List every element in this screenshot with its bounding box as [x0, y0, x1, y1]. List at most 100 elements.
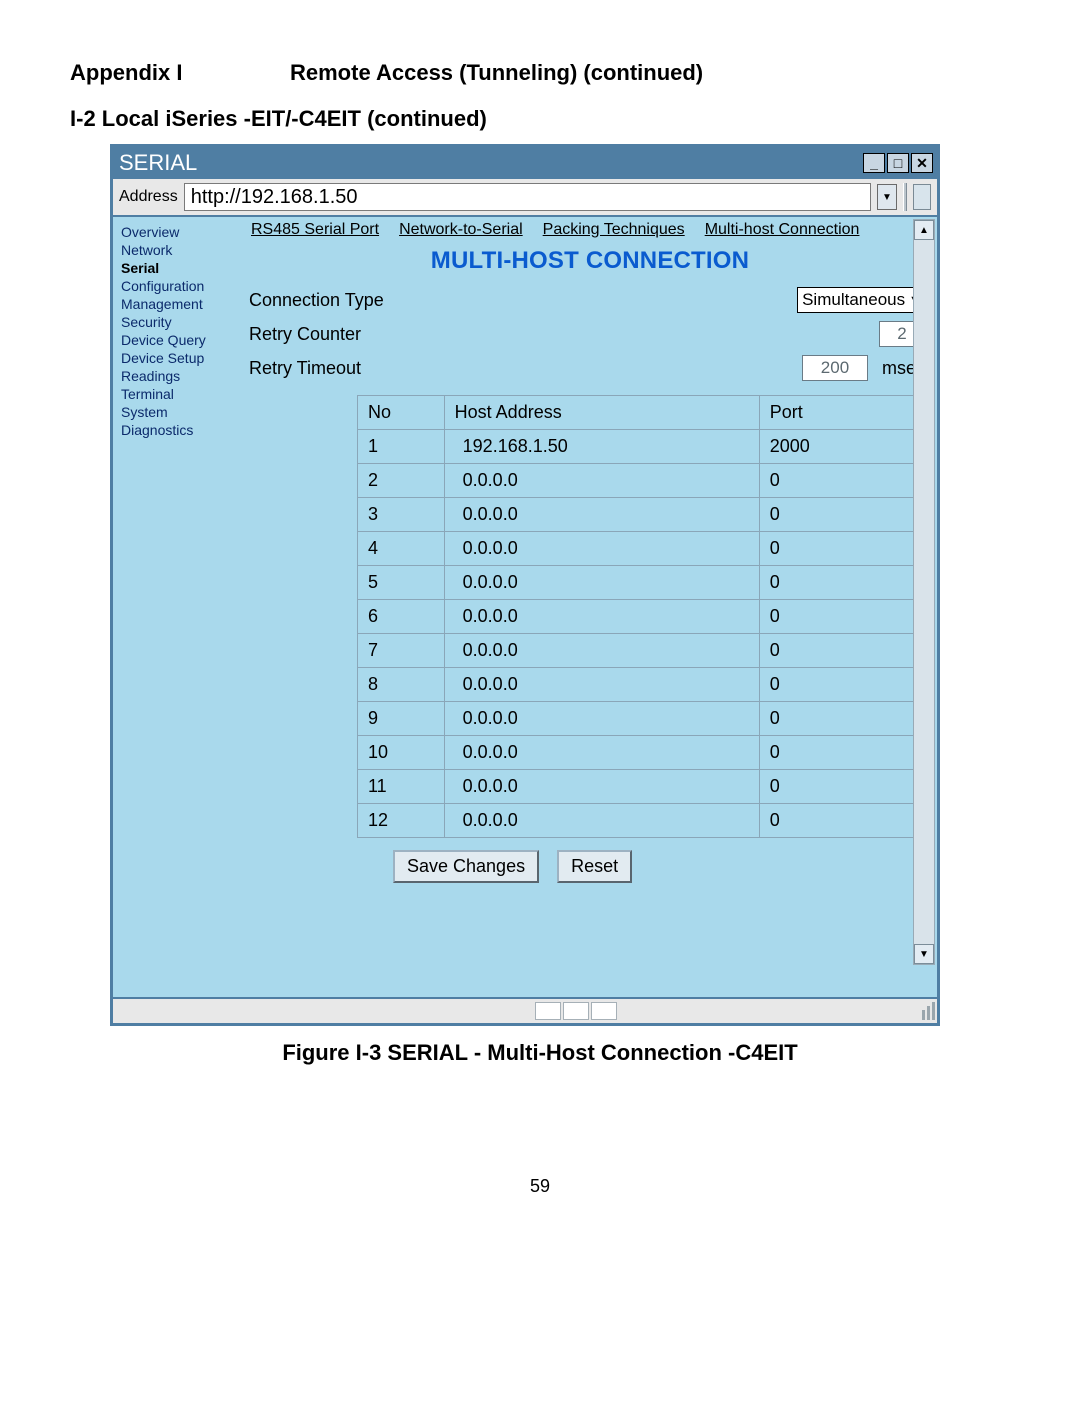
cell-port[interactable]: 0 [759, 702, 932, 736]
retry-counter-label: Retry Counter [249, 324, 449, 345]
appendix-header: Appendix I Remote Access (Tunneling) (co… [70, 60, 1010, 86]
table-row: 90.0.0.00 [358, 702, 933, 736]
sidebar-item-security[interactable]: Security [121, 313, 239, 331]
cell-no: 8 [358, 668, 445, 702]
scroll-down-icon[interactable]: ▼ [914, 944, 934, 964]
window-title: SERIAL [119, 150, 197, 176]
retry-timeout-input[interactable] [802, 355, 868, 381]
sidebar: OverviewNetworkSerialConfigurationManage… [113, 217, 243, 997]
sidebar-item-readings[interactable]: Readings [121, 367, 239, 385]
scroll-up-icon[interactable]: ▲ [914, 220, 934, 240]
panel-title: MULTI-HOST CONNECTION [247, 243, 933, 283]
sidebar-item-diagnostics[interactable]: Diagnostics [121, 421, 239, 439]
fields: Connection Type Simultaneous ▼ Retry Cou… [247, 283, 933, 385]
cell-addr[interactable]: 0.0.0.0 [444, 566, 759, 600]
cell-addr[interactable]: 0.0.0.0 [444, 600, 759, 634]
cell-addr[interactable]: 0.0.0.0 [444, 464, 759, 498]
main-panel: RS485 Serial Port Network-to-Serial Packin… [243, 217, 937, 997]
cell-port[interactable]: 0 [759, 634, 932, 668]
maximize-icon[interactable]: □ [887, 153, 909, 173]
cell-addr[interactable]: 0.0.0.0 [444, 668, 759, 702]
reset-button[interactable]: Reset [557, 850, 632, 883]
cell-addr[interactable]: 0.0.0.0 [444, 736, 759, 770]
address-input[interactable] [184, 183, 871, 211]
cell-no: 1 [358, 430, 445, 464]
sidebar-item-device-query[interactable]: Device Query [121, 331, 239, 349]
table-row: 110.0.0.00 [358, 770, 933, 804]
cell-port[interactable]: 0 [759, 668, 932, 702]
status-cell [591, 1002, 617, 1020]
cell-addr[interactable]: 192.168.1.50 [444, 430, 759, 464]
vertical-scrollbar[interactable]: ▲ ▼ [913, 219, 935, 965]
appendix-right: Remote Access (Tunneling) (continued) [290, 60, 703, 86]
address-label: Address [119, 188, 178, 206]
cell-no: 9 [358, 702, 445, 736]
go-button[interactable] [913, 184, 931, 210]
cell-no: 11 [358, 770, 445, 804]
cell-port[interactable]: 0 [759, 770, 932, 804]
cell-no: 10 [358, 736, 445, 770]
th-port: Port [759, 396, 932, 430]
status-bar [113, 997, 937, 1023]
address-dropdown-icon[interactable]: ▼ [877, 184, 897, 210]
table-row: 1192.168.1.502000 [358, 430, 933, 464]
sidebar-item-configuration[interactable]: Configuration [121, 277, 239, 295]
tab-packing-techniques[interactable]: Packing Techniques [543, 221, 685, 239]
cell-port[interactable]: 0 [759, 566, 932, 600]
cell-port[interactable]: 0 [759, 736, 932, 770]
th-addr: Host Address [444, 396, 759, 430]
cell-port[interactable]: 2000 [759, 430, 932, 464]
table-row: 100.0.0.00 [358, 736, 933, 770]
sidebar-item-network[interactable]: Network [121, 241, 239, 259]
app-window: SERIAL _ □ ✕ Address ▼ OverviewNetworkSe… [110, 144, 940, 1026]
close-icon[interactable]: ✕ [911, 153, 933, 173]
page-number: 59 [70, 1176, 1010, 1197]
cell-port[interactable]: 0 [759, 464, 932, 498]
table-row: 40.0.0.00 [358, 532, 933, 566]
table-row: 60.0.0.00 [358, 600, 933, 634]
save-button[interactable]: Save Changes [393, 850, 539, 883]
cell-addr[interactable]: 0.0.0.0 [444, 770, 759, 804]
retry-timeout-label: Retry Timeout [249, 358, 449, 379]
conn-type-select[interactable]: Simultaneous ▼ [797, 287, 925, 313]
appendix-left: Appendix I [70, 60, 290, 86]
sidebar-item-system[interactable]: System [121, 403, 239, 421]
cell-port[interactable]: 0 [759, 600, 932, 634]
cell-no: 12 [358, 804, 445, 838]
toolbar-separator [903, 183, 907, 211]
status-cell [535, 1002, 561, 1020]
table-row: 70.0.0.00 [358, 634, 933, 668]
cell-addr[interactable]: 0.0.0.0 [444, 702, 759, 736]
minimize-icon[interactable]: _ [863, 153, 885, 173]
cell-no: 2 [358, 464, 445, 498]
table-row: 30.0.0.00 [358, 498, 933, 532]
sidebar-item-overview[interactable]: Overview [121, 223, 239, 241]
table-row: 120.0.0.00 [358, 804, 933, 838]
cell-no: 4 [358, 532, 445, 566]
cell-addr[interactable]: 0.0.0.0 [444, 498, 759, 532]
section-heading: I-2 Local iSeries -EIT/-C4EIT (continued… [70, 106, 1010, 132]
table-row: 20.0.0.00 [358, 464, 933, 498]
cell-addr[interactable]: 0.0.0.0 [444, 804, 759, 838]
cell-addr[interactable]: 0.0.0.0 [444, 532, 759, 566]
button-row: Save Changes Reset [393, 850, 933, 883]
th-no: No [358, 396, 445, 430]
cell-port[interactable]: 0 [759, 532, 932, 566]
table-row: 80.0.0.00 [358, 668, 933, 702]
resize-grip-icon[interactable] [922, 1002, 935, 1020]
tab-multi-host-connection[interactable]: Multi-host Connection [705, 221, 860, 239]
cell-no: 6 [358, 600, 445, 634]
cell-addr[interactable]: 0.0.0.0 [444, 634, 759, 668]
sidebar-item-device-setup[interactable]: Device Setup [121, 349, 239, 367]
cell-no: 3 [358, 498, 445, 532]
cell-port[interactable]: 0 [759, 498, 932, 532]
sidebar-item-serial[interactable]: Serial [121, 259, 239, 277]
table-row: 50.0.0.00 [358, 566, 933, 600]
tab-network-to-serial[interactable]: Network-to-Serial [399, 221, 523, 239]
cell-port[interactable]: 0 [759, 804, 932, 838]
address-bar: Address ▼ [113, 179, 937, 217]
tab-rs485-serial-port[interactable]: RS485 Serial Port [251, 221, 379, 239]
sidebar-item-terminal[interactable]: Terminal [121, 385, 239, 403]
cell-no: 7 [358, 634, 445, 668]
sidebar-item-management[interactable]: Management [121, 295, 239, 313]
